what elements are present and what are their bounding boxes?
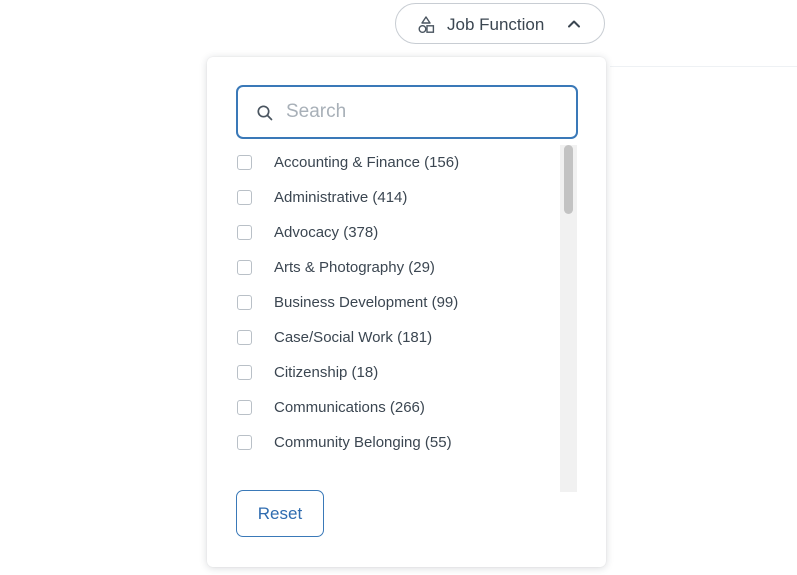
option-checkbox[interactable]	[237, 295, 252, 310]
job-function-label: Job Function	[447, 15, 545, 34]
option-label: Accounting & Finance (156)	[274, 154, 460, 171]
option-item[interactable]: Business Development (99)	[236, 285, 556, 320]
search-field[interactable]	[236, 85, 578, 139]
option-item[interactable]: Accounting & Finance (156)	[236, 145, 556, 180]
option-checkbox[interactable]	[237, 225, 252, 240]
search-input[interactable]	[286, 96, 566, 128]
options-list-container[interactable]: Accounting & Finance (156) Administrative…	[236, 145, 578, 492]
search-icon	[257, 105, 273, 121]
background-divider	[610, 66, 797, 67]
option-item[interactable]: Administrative (414)	[236, 180, 556, 215]
reset-button[interactable]: Reset	[236, 490, 324, 537]
option-label: Communications (266)	[274, 399, 425, 416]
option-item[interactable]: Community Belonging (55)	[236, 425, 556, 460]
option-item[interactable]: Communications (266)	[236, 390, 556, 425]
option-label: Citizenship (18)	[274, 364, 379, 381]
option-item[interactable]: Citizenship (18)	[236, 355, 556, 390]
shapes-icon	[418, 16, 435, 33]
options-list: Accounting & Finance (156) Administrative…	[236, 145, 556, 460]
option-checkbox[interactable]	[237, 260, 252, 275]
option-checkbox[interactable]	[237, 365, 252, 380]
list-fade-overlay	[236, 470, 566, 492]
option-label: Advocacy (378)	[274, 224, 379, 241]
job-function-dropdown: Accounting & Finance (156) Administrative…	[207, 57, 606, 567]
option-item[interactable]: Case/Social Work (181)	[236, 320, 556, 355]
option-checkbox[interactable]	[237, 400, 252, 415]
option-checkbox[interactable]	[237, 190, 252, 205]
option-item[interactable]: Arts & Photography (29)	[236, 250, 556, 285]
page: Job Function Accounting & Finance (156)A…	[0, 0, 797, 575]
option-checkbox[interactable]	[237, 330, 252, 345]
option-item[interactable]: Advocacy (378)	[236, 215, 556, 250]
job-function-filter-button[interactable]: Job Function	[395, 3, 605, 44]
scrollbar-thumb[interactable]	[564, 145, 573, 214]
option-checkbox[interactable]	[237, 435, 252, 450]
option-label: Community Belonging (55)	[274, 434, 452, 451]
chevron-up-icon	[568, 20, 580, 28]
option-label: Administrative (414)	[274, 189, 408, 206]
option-label: Case/Social Work (181)	[274, 329, 433, 346]
option-label: Arts & Photography (29)	[274, 259, 435, 276]
option-label: Business Development (99)	[274, 294, 459, 311]
option-checkbox[interactable]	[237, 155, 252, 170]
